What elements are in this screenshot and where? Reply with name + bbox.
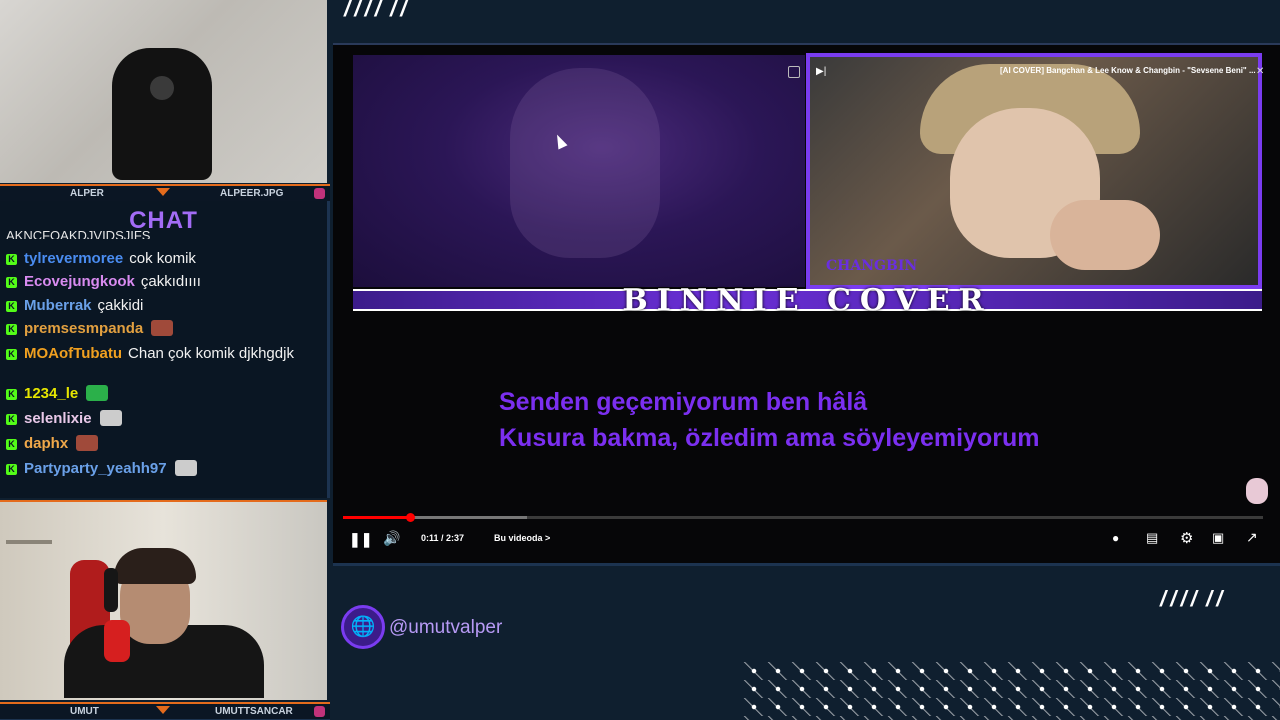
instagram-icon xyxy=(314,188,325,199)
kick-badge-icon: K xyxy=(6,324,17,335)
progress-played xyxy=(343,516,410,519)
kick-badge-icon: K xyxy=(6,414,17,425)
microphone xyxy=(104,620,130,662)
pip-hand xyxy=(1050,200,1160,270)
chat-message: Ktylrevermoree cok komik xyxy=(6,250,306,267)
shelf xyxy=(6,540,52,544)
globe-icon: 🌐 xyxy=(341,605,385,649)
pip-next-icon[interactable]: ▶| xyxy=(816,66,826,77)
gaming-chair xyxy=(112,48,212,180)
emote-icon xyxy=(99,410,122,426)
kick-badge-icon: K xyxy=(6,349,17,360)
kick-badge-icon: K xyxy=(6,301,17,312)
webcam-bottom-nameplate: UMUT UMUTTSANCAR xyxy=(0,702,330,720)
chat-message: K 1234_le xyxy=(6,385,306,402)
webcam-bottom-right-name: UMUTTSANCAR xyxy=(215,706,293,717)
video-faded-image xyxy=(510,68,660,258)
webcam-top-left-name: ALPER xyxy=(70,188,104,199)
fullscreen-icon[interactable]: ↗ xyxy=(1246,529,1258,546)
lyric-line-1: Senden geçemiyorum ben hâlâ xyxy=(499,388,868,416)
lyric-line-2: Kusura bakma, özledim ama söyleyemiyorum xyxy=(499,424,1040,452)
chat-text: çakkidi xyxy=(97,297,144,314)
nameplate-triangle-icon xyxy=(156,188,170,196)
chat-cut-message: AKNCFOAKDJVIDSJIFS xyxy=(6,229,151,239)
chat-text: Chan çok komik djkhgdjk xyxy=(128,345,294,362)
slash-decoration: / / / / / / xyxy=(344,0,406,21)
streamer-hair xyxy=(114,548,196,584)
kick-badge-icon: K xyxy=(6,277,17,288)
bunny-sticker xyxy=(1246,478,1268,504)
chat-username[interactable]: Ecovejungkook xyxy=(24,273,135,290)
dot-pattern-decoration xyxy=(742,662,1280,720)
chapter-button[interactable]: Bu videoda > xyxy=(494,533,550,543)
slash-decoration: / / / / / / xyxy=(1160,586,1222,611)
subtitles-icon[interactable]: ▤ xyxy=(1146,530,1158,546)
kick-badge-icon: K xyxy=(6,439,17,450)
webcam-top-nameplate: ALPER ALPEER.JPG xyxy=(0,184,330,202)
emote-icon xyxy=(174,460,197,476)
pip-caption: CHANGBIN xyxy=(826,258,918,274)
kick-badge-icon: K xyxy=(6,389,17,400)
miniplayer-icon[interactable]: ▣ xyxy=(1212,530,1224,546)
chat-username[interactable]: selenlixie xyxy=(24,410,92,427)
autoplay-toggle-icon[interactable]: ● xyxy=(1112,531,1119,545)
banner-title: BINNIE COVER xyxy=(622,283,993,318)
kick-badge-icon: K xyxy=(6,254,17,265)
chat-text: cok komik xyxy=(129,250,196,267)
chat-username[interactable]: Muberrak xyxy=(24,297,92,314)
video-time: 0:11 / 2:37 xyxy=(421,533,465,543)
emote-icon xyxy=(86,385,109,401)
chat-message: Kpremsesmpanda xyxy=(6,320,306,337)
pip-close-icon[interactable]: ✕ xyxy=(1256,66,1264,77)
chair-logo xyxy=(150,76,174,100)
chat-panel: CHAT AKNCFOAKDJVIDSJIFS Ktylrevermoree co… xyxy=(0,201,330,498)
pip-title: [AI COVER] Bangchan & Lee Know & Changbi… xyxy=(1000,66,1256,75)
chat-text: çakkıdıııı xyxy=(140,273,201,290)
chat-message: K Partyparty_yeahh97 xyxy=(6,460,306,477)
chat-message: Kdaphx xyxy=(6,435,306,452)
webcam-bottom-left-name: UMUT xyxy=(70,706,99,717)
chat-username[interactable]: premsesmpanda xyxy=(24,320,143,337)
popout-icon[interactable] xyxy=(788,66,800,78)
chat-username[interactable]: tylrevermoree xyxy=(24,250,123,267)
headset xyxy=(104,568,118,612)
pause-icon[interactable]: ❚❚ xyxy=(349,531,372,548)
volume-icon[interactable]: 🔊 xyxy=(383,530,400,547)
chat-username[interactable]: Partyparty_yeahh97 xyxy=(24,460,167,477)
chevron-right-icon: > xyxy=(545,533,551,543)
chat-username[interactable]: MOAofTubatu xyxy=(24,345,122,362)
instagram-icon xyxy=(314,706,325,717)
chat-message: Kselenlixie xyxy=(6,410,306,427)
kick-badge-icon: K xyxy=(6,464,17,475)
settings-icon[interactable]: ⚙ xyxy=(1180,529,1193,547)
chat-username[interactable]: 1234_le xyxy=(24,385,78,402)
chat-message: K Muberrak çakkidi xyxy=(6,297,306,314)
progress-scrubber[interactable] xyxy=(406,513,415,522)
chat-message: K MOAofTubatu Chan çok komik djkhgdjk xyxy=(6,345,306,362)
nameplate-triangle-icon xyxy=(156,706,170,714)
chat-username[interactable]: daphx xyxy=(24,435,68,452)
emote-icon xyxy=(151,320,174,336)
social-handle: @umutvalper xyxy=(389,617,503,638)
webcam-top-right-name: ALPEER.JPG xyxy=(220,188,284,199)
chapter-label: Bu videoda xyxy=(494,533,543,543)
emote-icon xyxy=(76,435,99,451)
chat-message: K Ecovejungkook çakkıdıııı xyxy=(6,273,306,290)
